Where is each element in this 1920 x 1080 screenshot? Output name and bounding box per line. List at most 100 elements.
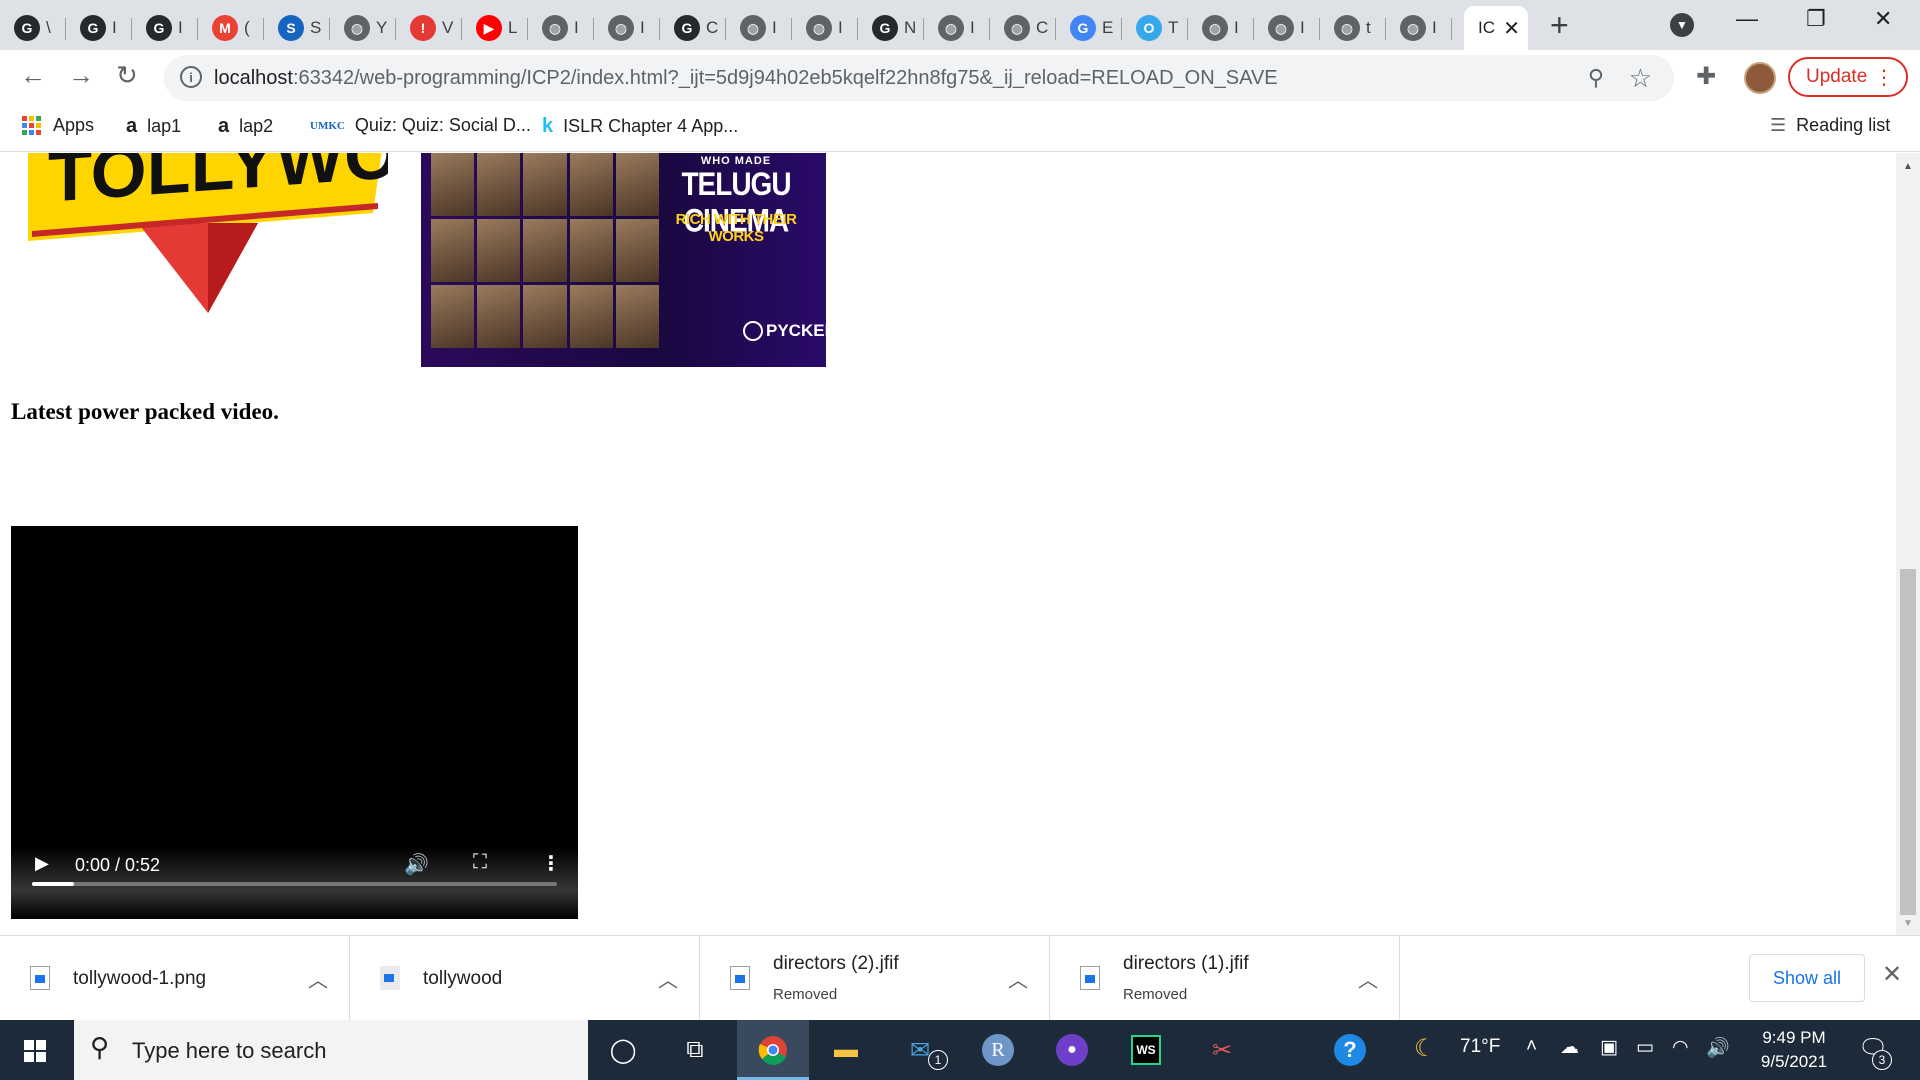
- update-button[interactable]: Update ⋮: [1788, 57, 1908, 97]
- bookmark-lap1[interactable]: a lap1: [126, 115, 181, 138]
- meet-now-icon[interactable]: ▣: [1600, 1036, 1618, 1059]
- weather-temp[interactable]: 71°F: [1460, 1036, 1500, 1058]
- volume-icon[interactable]: 🔊: [404, 852, 429, 877]
- show-all-button[interactable]: Show all: [1749, 954, 1865, 1002]
- cortana-icon[interactable]: ◯: [605, 1032, 641, 1068]
- snipping-tool-icon[interactable]: ✂: [1204, 1032, 1240, 1068]
- tab-title: E: [1102, 18, 1114, 37]
- system-clock[interactable]: 9:49 PM 9/5/2021: [1744, 1026, 1844, 1074]
- tab-title: I: [640, 18, 645, 37]
- poster-line3: RICH WITH THEIR WORKS: [675, 211, 797, 245]
- site-info-icon[interactable]: i: [180, 66, 202, 88]
- bookmark-apps[interactable]: Apps: [22, 115, 94, 136]
- zoom-icon[interactable]: ⚲: [1588, 65, 1604, 91]
- page-scrollbar[interactable]: ▲ ▼: [1896, 153, 1920, 935]
- back-icon[interactable]: ←: [20, 60, 46, 91]
- browser-toolbar: ← → ↻ i localhost:63342/web-programming/…: [0, 50, 1920, 106]
- video-player[interactable]: ▶ 0:00 / 0:52 🔊 ⛶ ⋮: [11, 526, 578, 919]
- tab-title: S: [310, 18, 322, 37]
- close-window-icon[interactable]: ✕: [1874, 6, 1892, 32]
- chevron-up-icon[interactable]: ︿: [308, 964, 328, 993]
- globe-icon: ◍: [608, 15, 634, 41]
- tab[interactable]: GC: [660, 6, 726, 50]
- taskbar-search[interactable]: ⚲ Type here to search: [74, 1020, 588, 1080]
- tab[interactable]: GI: [132, 6, 198, 50]
- restore-icon[interactable]: ❐: [1806, 6, 1826, 32]
- battery-icon[interactable]: ▭: [1636, 1036, 1654, 1059]
- video-seekbar[interactable]: [32, 882, 557, 886]
- minimize-icon[interactable]: —: [1736, 6, 1758, 32]
- close-tab-icon[interactable]: ✕: [1503, 16, 1520, 41]
- tab[interactable]: G \: [0, 6, 66, 50]
- github-desktop-icon[interactable]: ●: [1054, 1032, 1090, 1068]
- extensions-icon[interactable]: ✚: [1696, 62, 1716, 91]
- chrome-icon[interactable]: [755, 1032, 791, 1068]
- play-icon[interactable]: ▶: [35, 853, 49, 874]
- tab-title: t: [1366, 18, 1371, 37]
- tab[interactable]: GI: [66, 6, 132, 50]
- bookmark-lap2[interactable]: a lap2: [218, 115, 273, 138]
- reload-icon[interactable]: ↻: [116, 60, 138, 91]
- tab[interactable]: ◍ I: [792, 6, 858, 50]
- wifi-icon[interactable]: ◠: [1672, 1036, 1689, 1059]
- address-bar[interactable]: i localhost:63342/web-programming/ICP2/i…: [164, 55, 1674, 101]
- url-host: localhost: [214, 67, 293, 89]
- download-item[interactable]: tollywood-1.png ︿: [0, 936, 350, 1021]
- profile-avatar[interactable]: [1744, 62, 1776, 94]
- tab[interactable]: ◍ t: [1320, 6, 1386, 50]
- apps-icon: [22, 116, 41, 135]
- file-explorer-icon[interactable]: ▬: [828, 1032, 864, 1068]
- taskbar-search-placeholder: Type here to search: [132, 1038, 327, 1063]
- tab[interactable]: ◍ I: [1254, 6, 1320, 50]
- video-more-icon[interactable]: ⋮: [541, 851, 561, 876]
- tab-search-icon[interactable]: ▼: [1670, 13, 1694, 37]
- google-icon: G: [1070, 15, 1096, 41]
- download-item[interactable]: tollywood ︿: [350, 936, 700, 1021]
- onedrive-icon[interactable]: ☁: [1560, 1036, 1579, 1059]
- forward-icon[interactable]: →: [68, 60, 94, 91]
- amazon-icon: a: [218, 115, 230, 137]
- webstorm-icon[interactable]: WS: [1128, 1032, 1164, 1068]
- tab[interactable]: ◍ I: [726, 6, 792, 50]
- bookmark-islr[interactable]: k ISLR Chapter 4 App...: [542, 115, 738, 138]
- tab-active[interactable]: IC ✕: [1464, 6, 1528, 50]
- windows-taskbar: ⚲ Type here to search ◯ ⧉ ▬ ✉ 1 R ● WS ✂…: [0, 1020, 1920, 1080]
- tab[interactable]: ! V: [396, 6, 462, 50]
- bookmark-star-icon[interactable]: ☆: [1629, 63, 1652, 94]
- tab[interactable]: ◍ I: [594, 6, 660, 50]
- tab[interactable]: OT: [1122, 6, 1188, 50]
- windows-start-icon[interactable]: [24, 1040, 46, 1062]
- fullscreen-icon[interactable]: ⛶: [473, 851, 487, 874]
- task-view-icon[interactable]: ⧉: [677, 1032, 713, 1068]
- tab[interactable]: GE: [1056, 6, 1122, 50]
- reading-list[interactable]: ☰ Reading list: [1770, 115, 1890, 136]
- url-text[interactable]: localhost:63342/web-programming/ICP2/ind…: [214, 67, 1278, 90]
- tab[interactable]: ◍ Y: [330, 6, 396, 50]
- tab[interactable]: ▶ L: [462, 6, 528, 50]
- download-item[interactable]: directors (1).jfif Removed ︿: [1050, 936, 1400, 1021]
- scrollbar-thumb[interactable]: [1900, 569, 1916, 915]
- tray-chevron-icon[interactable]: ˄: [1526, 1036, 1537, 1058]
- volume-tray-icon[interactable]: 🔊: [1706, 1036, 1730, 1060]
- chevron-up-icon[interactable]: ︿: [658, 964, 678, 993]
- tab[interactable]: SS: [264, 6, 330, 50]
- chevron-up-icon[interactable]: ︿: [1008, 964, 1028, 993]
- scroll-down-icon[interactable]: ▼: [1903, 918, 1913, 929]
- new-tab-button[interactable]: +: [1550, 8, 1569, 42]
- r-app-icon[interactable]: R: [980, 1032, 1016, 1068]
- scroll-up-icon[interactable]: ▲: [1903, 161, 1913, 172]
- youtube-icon: ▶: [476, 15, 502, 41]
- tab[interactable]: ◍ I: [528, 6, 594, 50]
- tab[interactable]: ◍ I: [1386, 6, 1452, 50]
- tab[interactable]: ◍ I: [924, 6, 990, 50]
- help-icon[interactable]: ?: [1332, 1032, 1368, 1068]
- download-item[interactable]: directors (2).jfif Removed ︿: [700, 936, 1050, 1021]
- tab[interactable]: GN: [858, 6, 924, 50]
- chevron-up-icon[interactable]: ︿: [1358, 964, 1378, 993]
- tab[interactable]: ◍ I: [1188, 6, 1254, 50]
- tab[interactable]: M(: [198, 6, 264, 50]
- tab[interactable]: ◍ C: [990, 6, 1056, 50]
- close-downloads-icon[interactable]: ✕: [1882, 960, 1902, 989]
- weather-moon-icon[interactable]: ☾: [1414, 1034, 1436, 1063]
- bookmark-quiz[interactable]: UMKC Quiz: Quiz: Social D...: [310, 115, 531, 136]
